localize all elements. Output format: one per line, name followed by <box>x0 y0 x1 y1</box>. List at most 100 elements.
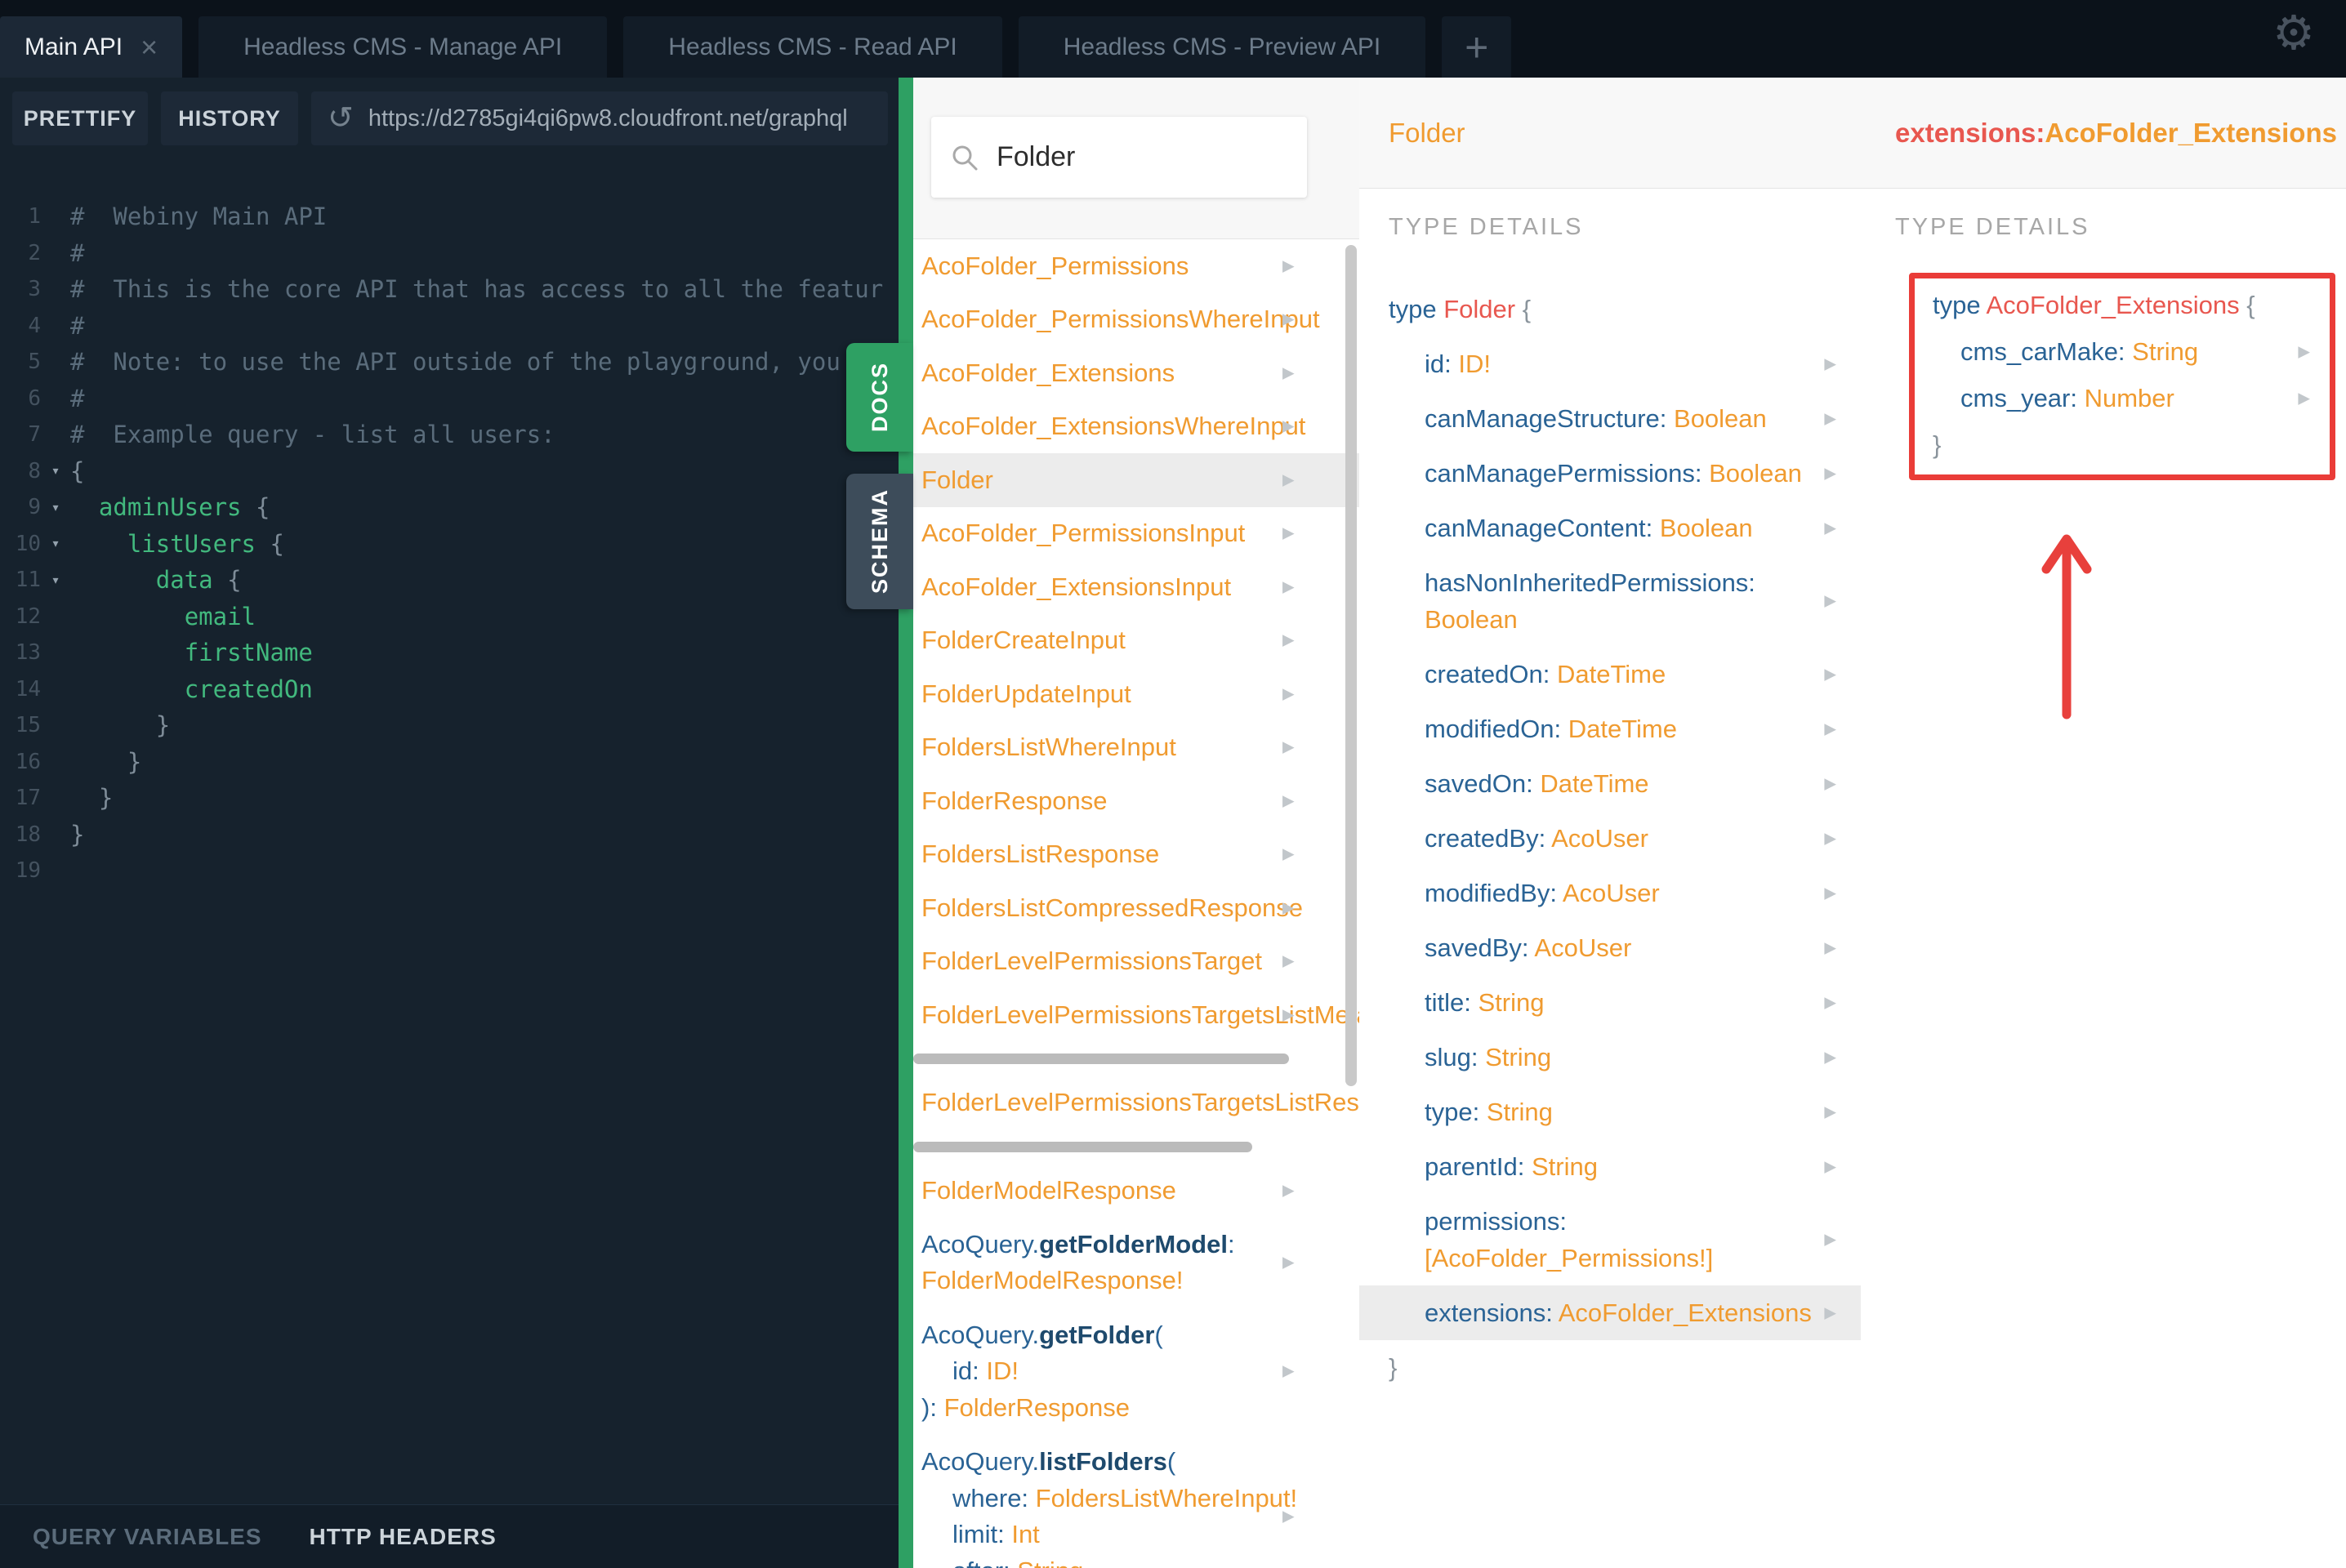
query-variables-tab[interactable]: QUERY VARIABLES <box>33 1524 262 1550</box>
add-tab-button[interactable]: + <box>1442 16 1512 78</box>
type-field-row[interactable]: createdBy: AcoUser ▶ <box>1359 811 1861 866</box>
code-line[interactable]: 1 # Webiny Main API <box>0 198 899 235</box>
code-line[interactable]: 15 } <box>0 707 899 744</box>
horizontal-scrollbar-thumb[interactable] <box>913 1054 1289 1064</box>
type-field-row[interactable]: cms_carMake: String ▶ <box>1915 328 2330 375</box>
code-line[interactable]: 12 email <box>0 599 899 635</box>
type-field-row[interactable]: type AcoFolder_Extensions { <box>1915 282 2330 328</box>
code-line[interactable]: 4 # <box>0 308 899 345</box>
docs-list-item[interactable]: FoldersListResponse ▶ <box>913 828 1359 882</box>
type-field-row[interactable]: } <box>1359 1340 1861 1395</box>
api-tab[interactable]: Headless CMS - Read API <box>623 16 1002 78</box>
type-field-row[interactable]: savedOn: DateTime ▶ <box>1359 756 1861 811</box>
type-field-row[interactable]: canManagePermissions: Boolean ▶ <box>1359 446 1861 501</box>
docs-list-item[interactable]: FolderUpdateInput ▶ <box>913 667 1359 721</box>
refresh-icon[interactable]: ↺ <box>328 103 354 134</box>
query-code-area[interactable]: 1 # Webiny Main API 2 #3 # This is the core … <box>0 198 899 889</box>
code-line[interactable]: 11 ▾ data { <box>0 562 899 599</box>
docs-list-item[interactable]: AcoFolder_ExtensionsInput ▶ <box>913 560 1359 614</box>
docs-list-item[interactable]: AcoFolder_ExtensionsWhereInput ▶ <box>913 400 1359 454</box>
line-number: 3 <box>28 277 41 302</box>
code-line[interactable]: 13 firstName <box>0 635 899 671</box>
docs-list-item[interactable]: FolderResponse ▶ <box>913 774 1359 828</box>
docs-list-item[interactable]: AcoFolder_PermissionsWhereInput ▶ <box>913 293 1359 347</box>
docs-search-input[interactable] <box>995 140 1287 174</box>
docs-list-item[interactable]: AcoFolder_Permissions ▶ <box>913 239 1359 293</box>
docs-list-item[interactable]: FolderCreateInput ▶ <box>913 614 1359 668</box>
type-field-row[interactable]: type: String ▶ <box>1359 1085 1861 1139</box>
settings-gear-icon[interactable]: ⚙ <box>2272 10 2315 57</box>
type-field-row[interactable]: modifiedBy: AcoUser ▶ <box>1359 866 1861 920</box>
horizontal-scrollbar[interactable] <box>913 1129 1359 1164</box>
type-field-row[interactable]: canManageContent: Boolean ▶ <box>1359 501 1861 555</box>
docs-list-item[interactable]: Folder ▶ <box>913 453 1359 507</box>
type-field-row[interactable]: type Folder { <box>1359 282 1861 336</box>
docs-list-item[interactable]: FoldersListCompressedResponse ▶ <box>913 881 1359 935</box>
type-field-row[interactable]: } <box>1915 421 2330 468</box>
docs-list-item[interactable]: FolderLevelPermissionsTarget ▶ <box>913 935 1359 989</box>
horizontal-scrollbar[interactable] <box>913 1042 1359 1076</box>
schema-side-tab[interactable]: SCHEMA <box>846 474 913 609</box>
type-field-row[interactable]: extensions: AcoFolder_Extensions ▶ <box>1359 1285 1861 1340</box>
code-line[interactable]: 5 # Note: to use the API outside of the p… <box>0 344 899 381</box>
code-line[interactable]: 3 # This is the core API that has access … <box>0 271 899 308</box>
code-line[interactable]: 14 createdOn <box>0 671 899 708</box>
code-line[interactable]: 19 <box>0 853 899 889</box>
fold-caret-icon[interactable]: ▾ <box>41 499 70 516</box>
close-tab-icon[interactable]: × <box>140 32 158 62</box>
chevron-right-icon: ▶ <box>1282 257 1295 275</box>
type-field-row[interactable]: savedBy: AcoUser ▶ <box>1359 920 1861 975</box>
docs-list-item[interactable]: AcoFolder_PermissionsInput ▶ <box>913 507 1359 561</box>
type-field-row[interactable]: hasNonInheritedPermissions: Boolean ▶ <box>1359 555 1861 647</box>
prettify-button[interactable]: PRETTIFY <box>12 91 148 145</box>
code-line[interactable]: 6 # <box>0 381 899 417</box>
docs-list-item[interactable]: FoldersListWhereInput ▶ <box>913 721 1359 775</box>
api-tab[interactable]: Headless CMS - Preview API <box>1018 16 1426 78</box>
docs-side-tab[interactable]: DOCS <box>846 343 913 452</box>
chevron-right-icon: ▶ <box>1824 465 1836 482</box>
type-field-row[interactable]: createdOn: DateTime ▶ <box>1359 647 1861 702</box>
docs-list-item[interactable]: AcoFolder_Extensions ▶ <box>913 346 1359 400</box>
code-text: createdOn <box>184 675 313 703</box>
code-line[interactable]: 18} <box>0 817 899 853</box>
type-field-row[interactable]: modifiedOn: DateTime ▶ <box>1359 702 1861 756</box>
code-text: # <box>70 311 85 340</box>
docs-list-item[interactable]: FolderLevelPermissionsTargetsListMeta ▶ <box>913 988 1359 1042</box>
history-button[interactable]: HISTORY <box>161 91 298 145</box>
type-field-row[interactable]: title: String ▶ <box>1359 975 1861 1030</box>
chevron-right-icon: ▶ <box>1282 631 1295 649</box>
code-line[interactable]: 8 ▾{ <box>0 453 899 490</box>
code-line[interactable]: 2 # <box>0 235 899 272</box>
code-line[interactable]: 16 } <box>0 744 899 781</box>
fold-caret-icon[interactable]: ▾ <box>41 462 70 479</box>
docs-search-box[interactable] <box>931 117 1307 198</box>
docs-list-item[interactable]: FolderModelResponse ▶ <box>913 1164 1359 1218</box>
type-field-row[interactable]: canManageStructure: Boolean ▶ <box>1359 391 1861 446</box>
docs-list-item[interactable]: AcoQuery.listFolders(where: FoldersListW… <box>913 1435 1359 1568</box>
docs-list-item[interactable]: AcoQuery.getFolder(id: ID!): FolderRespo… <box>913 1308 1359 1436</box>
endpoint-url-input[interactable] <box>366 104 872 133</box>
code-line[interactable]: 9 ▾ adminUsers { <box>0 489 899 526</box>
fold-caret-icon[interactable]: ▾ <box>41 572 70 589</box>
docs-list-item[interactable]: AcoQuery.getFolderModel: FolderModelRespo… <box>913 1218 1359 1308</box>
folder-panel-title: Folder <box>1359 78 1861 189</box>
panel-divider[interactable] <box>899 78 913 1568</box>
docs-vertical-scrollbar[interactable] <box>1345 245 1357 1086</box>
type-field-row[interactable]: id: ID! ▶ <box>1359 336 1861 391</box>
code-text: # Example query - list all users: <box>70 421 555 449</box>
chevron-right-icon: ▶ <box>1824 720 1836 737</box>
http-headers-tab[interactable]: HTTP HEADERS <box>310 1524 497 1550</box>
type-field-row[interactable]: cms_year: Number ▶ <box>1915 375 2330 421</box>
type-field-row[interactable]: parentId: String ▶ <box>1359 1139 1861 1194</box>
fold-caret-icon[interactable]: ▾ <box>41 535 70 552</box>
code-text: data { <box>155 566 242 595</box>
type-field-row[interactable]: permissions: [AcoFolder_Permissions!] ▶ <box>1359 1194 1861 1285</box>
code-line[interactable]: 17 } <box>0 780 899 817</box>
type-field-row[interactable]: slug: String ▶ <box>1359 1030 1861 1085</box>
code-line[interactable]: 7 # Example query - list all users: <box>0 416 899 453</box>
api-tab[interactable]: Main API × <box>0 16 183 78</box>
code-line[interactable]: 10 ▾ listUsers { <box>0 526 899 563</box>
horizontal-scrollbar-thumb[interactable] <box>913 1141 1252 1152</box>
api-tab[interactable]: Headless CMS - Manage API <box>198 16 608 78</box>
docs-list-item[interactable]: FolderLevelPermissionsTargetsListRespo <box>913 1076 1359 1130</box>
